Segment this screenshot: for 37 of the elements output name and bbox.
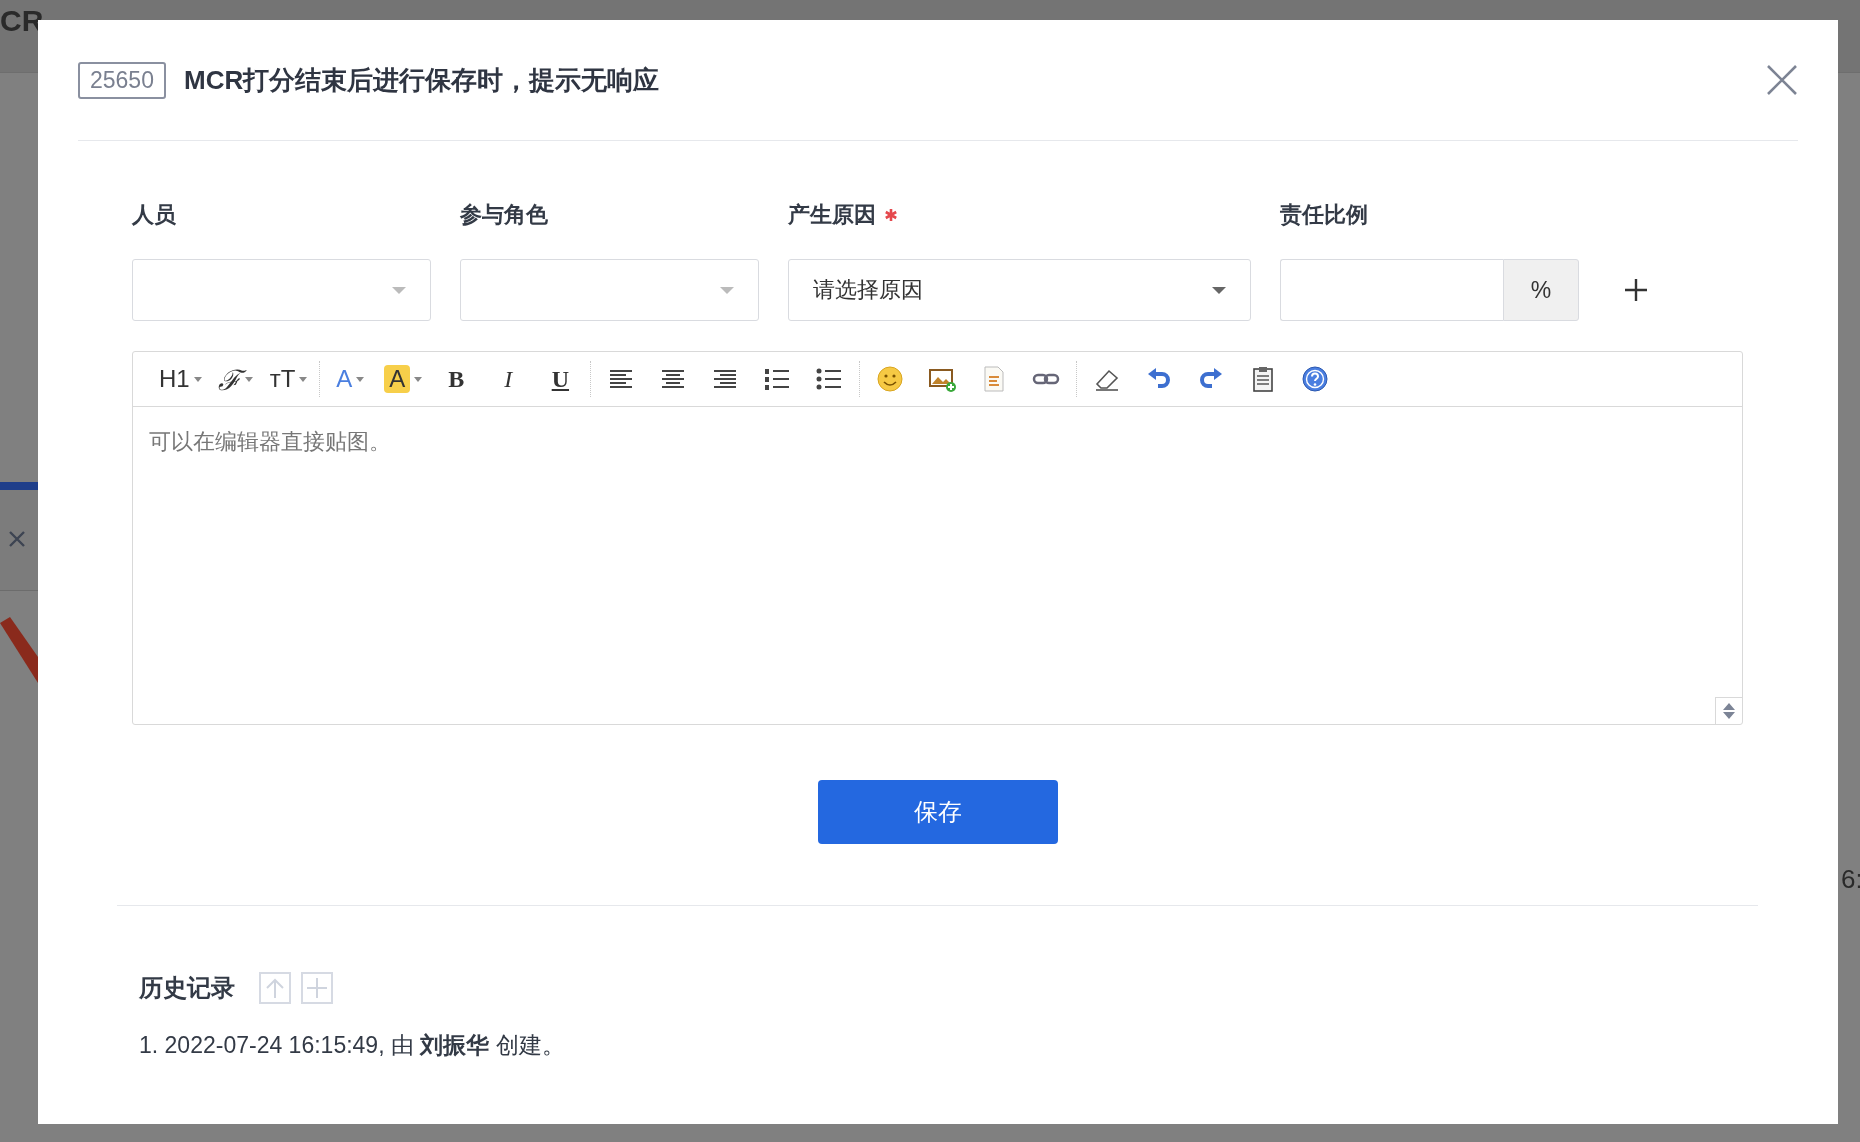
rich-text-editor[interactable]: H1 ℱ ᴛT A A B I U 可以在编辑器直接贴图。 bbox=[132, 351, 1743, 725]
field-label: 产生原因 bbox=[788, 201, 876, 229]
field-label: 人员 bbox=[132, 201, 176, 229]
history-entry: 1. 2022-07-24 16:15:49, 由 刘振华 创建。 bbox=[139, 1031, 566, 1060]
highlight-button[interactable]: A bbox=[382, 361, 425, 397]
help-icon bbox=[1300, 364, 1331, 394]
history-title: 历史记录 bbox=[139, 973, 235, 1003]
field-label: 参与角色 bbox=[460, 201, 548, 229]
italic-button[interactable]: I bbox=[488, 361, 529, 397]
heading-button[interactable]: H1 bbox=[157, 361, 204, 397]
select-field[interactable] bbox=[132, 259, 431, 321]
close-button[interactable] bbox=[1766, 64, 1798, 96]
close-icon bbox=[8, 530, 26, 548]
plus-icon bbox=[306, 977, 328, 999]
select-field[interactable] bbox=[460, 259, 759, 321]
id-badge: 25650 bbox=[78, 61, 166, 99]
bold-button[interactable]: B bbox=[436, 361, 477, 397]
close-icon bbox=[1766, 64, 1798, 96]
arrow-drawing bbox=[0, 615, 38, 685]
underline-button[interactable]: U bbox=[540, 361, 581, 397]
resize-icon bbox=[1722, 702, 1736, 720]
ratio-field[interactable] bbox=[1280, 259, 1503, 321]
header-bar bbox=[0, 482, 38, 490]
editor-placeholder: 可以在编辑器直接贴图。 bbox=[149, 429, 391, 454]
save-button[interactable]: 保存 bbox=[818, 780, 1058, 844]
up-arrow-icon bbox=[265, 977, 285, 999]
plus-icon bbox=[1624, 278, 1648, 302]
field-label: 责任比例 bbox=[1280, 201, 1368, 229]
font-size-button[interactable]: ᴛT bbox=[267, 361, 310, 397]
cell-text: 6: bbox=[1841, 864, 1860, 895]
dialog-title: MCR打分结束后进行保存时，提示无响应 bbox=[183, 63, 661, 97]
select-field[interactable]: 请选择原因 bbox=[788, 259, 1251, 321]
percent-addon: % bbox=[1503, 259, 1579, 321]
smiley-icon bbox=[875, 364, 906, 394]
font-family-button[interactable]: ℱ bbox=[215, 361, 256, 397]
font-color-button[interactable]: A bbox=[330, 361, 371, 397]
resize-handle[interactable] bbox=[1715, 697, 1742, 724]
